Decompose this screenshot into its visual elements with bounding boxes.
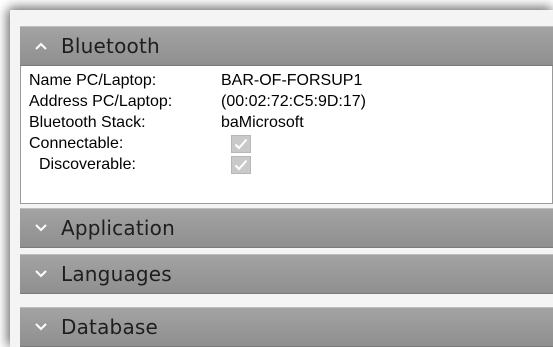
discoverable-checkbox[interactable] — [231, 155, 251, 174]
connectable-label: Connectable: — [29, 134, 124, 152]
stack-value: baMicrosoft — [221, 113, 304, 131]
section-title-application: Application — [61, 216, 175, 240]
section-title-languages: Languages — [61, 262, 172, 286]
settings-accordion: Bluetooth Name PC/Laptop: BAR-OF-FORSUP1… — [10, 10, 553, 347]
connectable-checkbox[interactable] — [231, 134, 251, 153]
name-label: Name PC/Laptop: — [29, 71, 157, 89]
section-header-database[interactable]: Database — [20, 307, 553, 347]
section-header-bluetooth[interactable]: Bluetooth — [20, 26, 553, 66]
chevron-down-icon — [32, 219, 50, 237]
address-row: Address PC/Laptop: (00:02:72:C5:9D:17) — [21, 91, 552, 112]
address-label: Address PC/Laptop: — [29, 92, 173, 110]
connectable-row: Connectable: — [21, 133, 552, 154]
stack-label: Bluetooth Stack: — [29, 113, 146, 131]
section-header-languages[interactable]: Languages — [20, 254, 553, 294]
stack-row: Bluetooth Stack: baMicrosoft — [21, 112, 552, 133]
name-value: BAR-OF-FORSUP1 — [221, 71, 363, 89]
window: Bluetooth Name PC/Laptop: BAR-OF-FORSUP1… — [0, 0, 553, 347]
chevron-down-icon — [32, 318, 50, 336]
checkmark-icon — [234, 159, 248, 170]
name-row: Name PC/Laptop: BAR-OF-FORSUP1 — [21, 70, 552, 91]
section-title-bluetooth: Bluetooth — [61, 34, 160, 58]
chevron-down-icon — [32, 265, 50, 283]
checkmark-icon — [234, 138, 248, 149]
section-header-application[interactable]: Application — [20, 208, 553, 248]
address-value: (00:02:72:C5:9D:17) — [221, 92, 366, 110]
section-title-database: Database — [61, 315, 159, 339]
chevron-up-icon — [32, 37, 50, 55]
discoverable-row: Discoverable: — [21, 154, 552, 175]
discoverable-label: Discoverable: — [39, 155, 136, 173]
bluetooth-details: Name PC/Laptop: BAR-OF-FORSUP1 Address P… — [20, 66, 553, 204]
